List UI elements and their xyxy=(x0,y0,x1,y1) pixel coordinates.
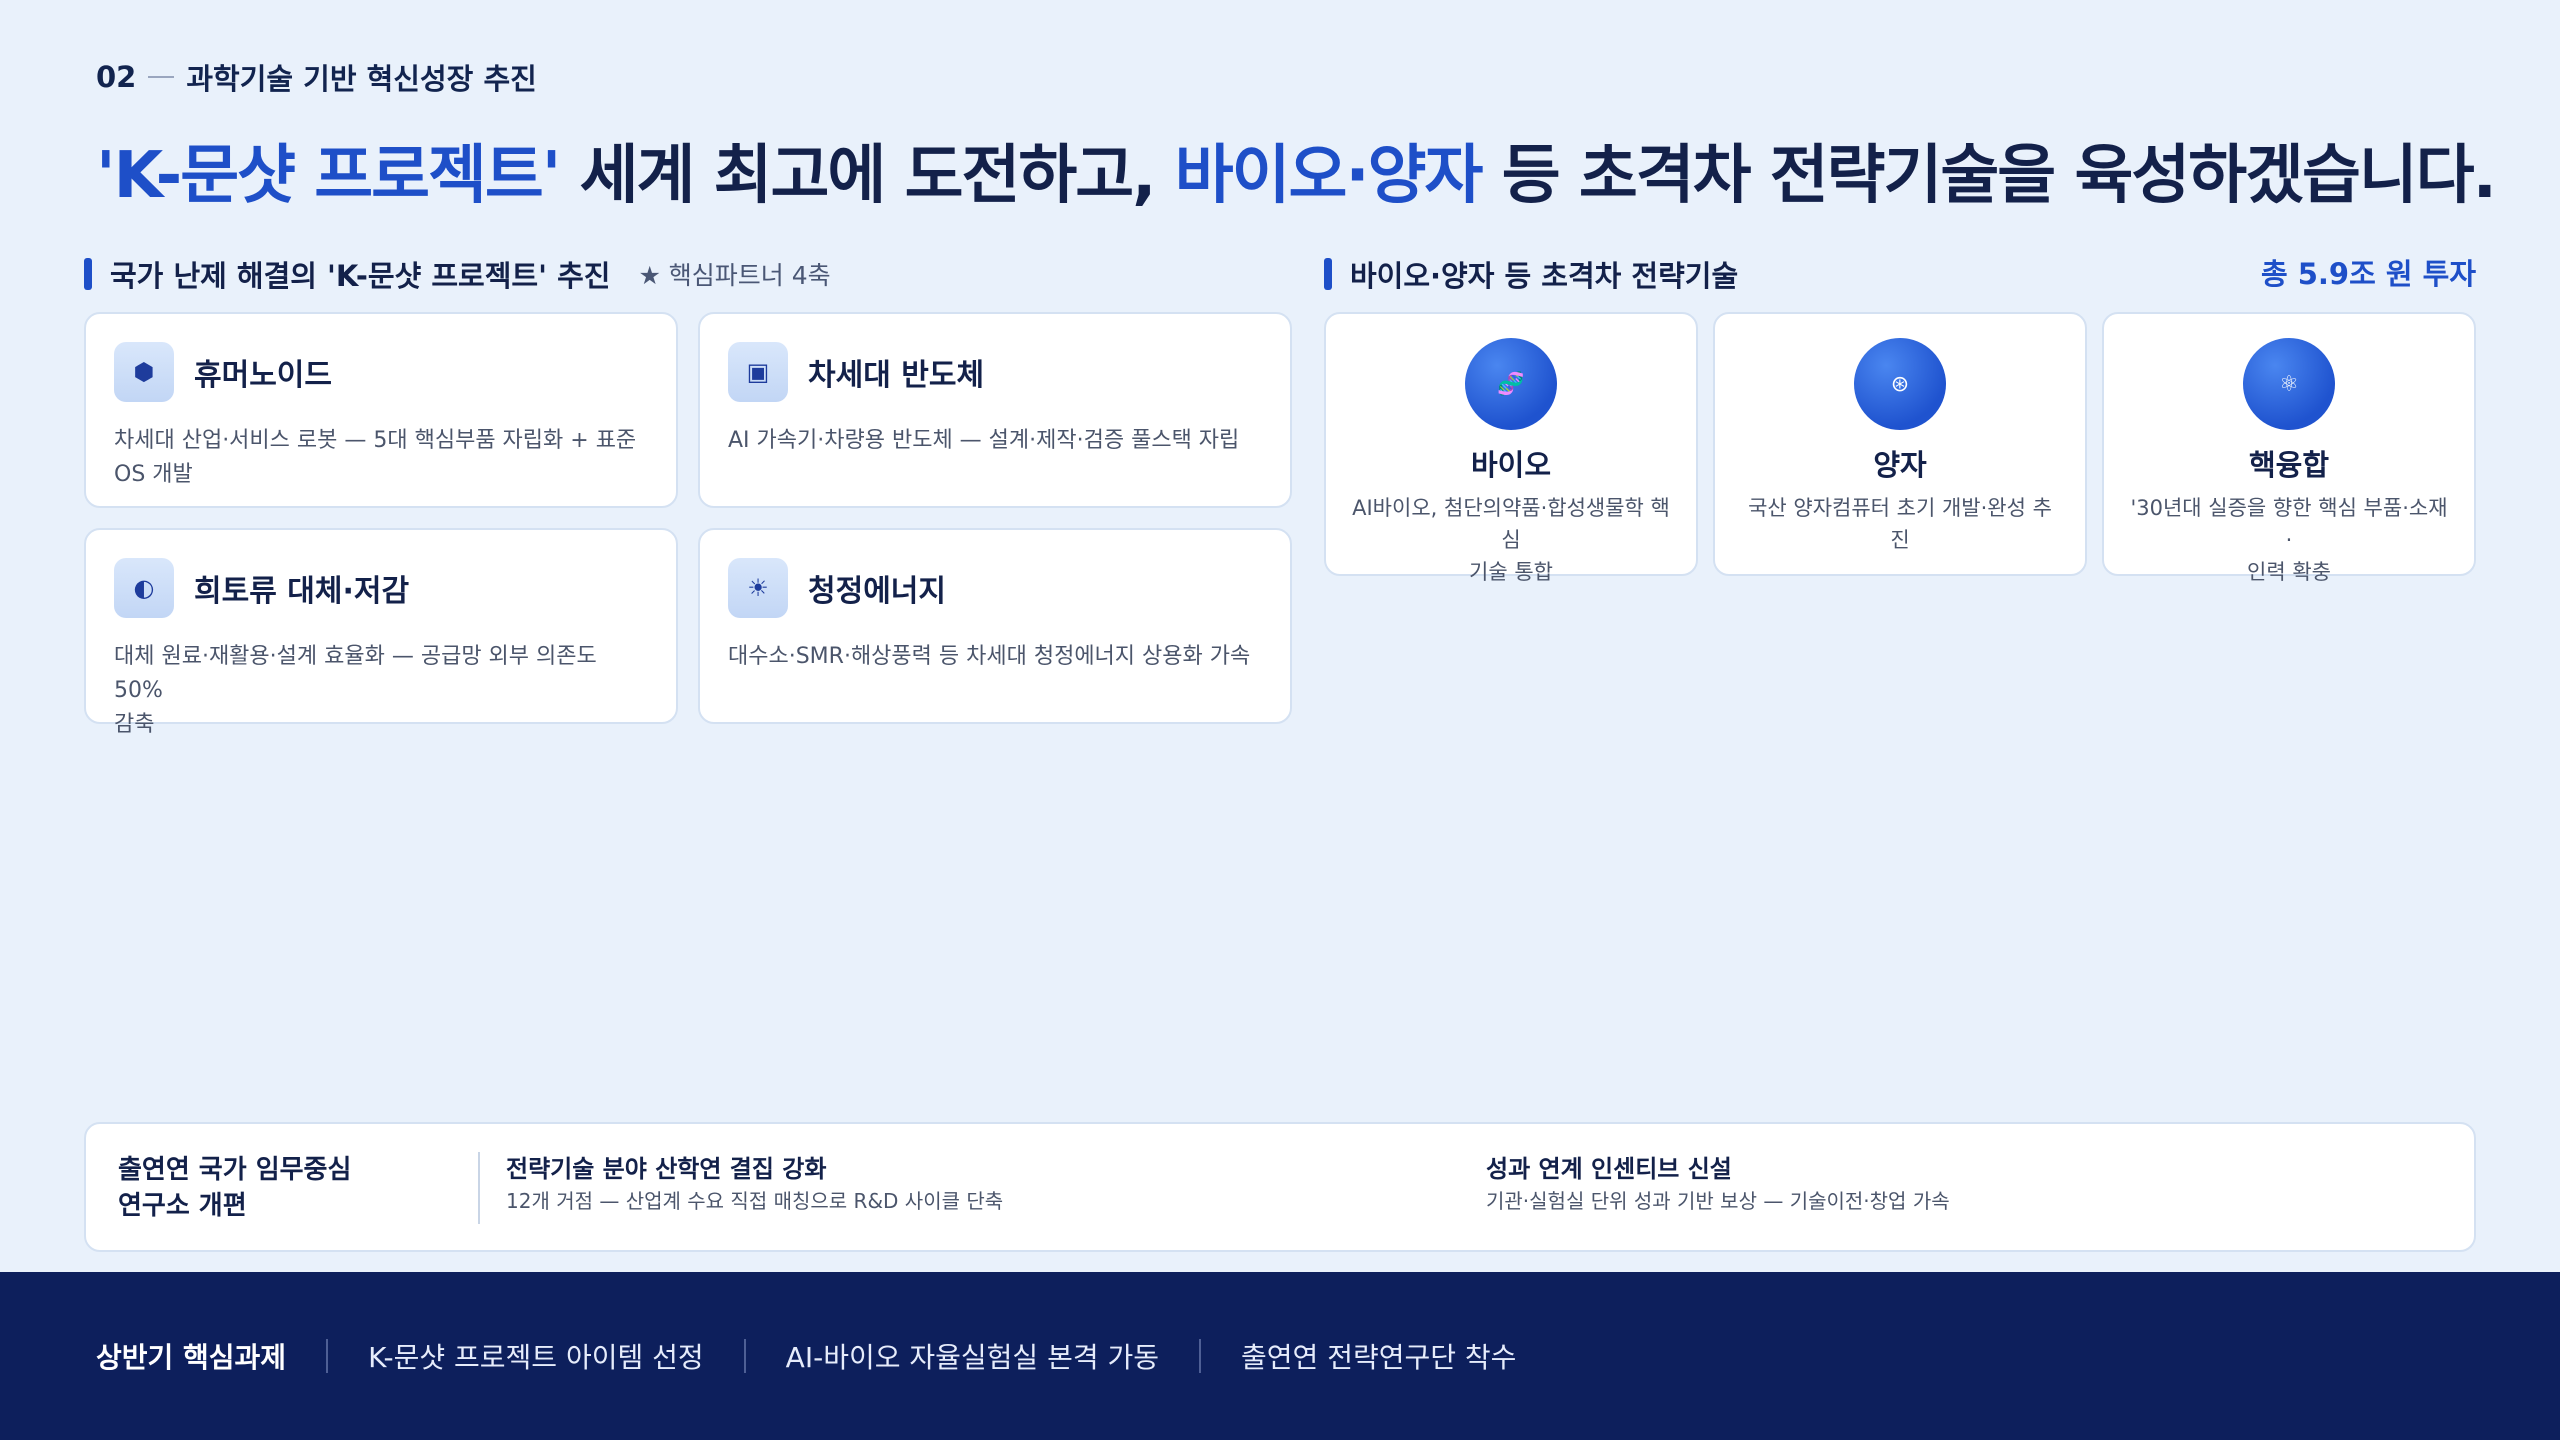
project-title: 휴머노이드 xyxy=(194,358,332,393)
reform-item-title: 전략기술 분야 산학연 결집 강화 xyxy=(506,1155,827,1183)
project-title: 차세대 반도체 xyxy=(808,358,985,393)
tech-desc-line: 기술 통합 xyxy=(1469,560,1553,584)
strategic-tech-section-header: 바이오·양자 등 초격차 전략기술 xyxy=(1324,254,1738,294)
footer-lead: 상반기 핵심과제 xyxy=(96,1341,287,1374)
tech-title: 핵융합 xyxy=(2248,448,2330,482)
title-highlight-bio-quantum: 바이오·양자 xyxy=(1174,139,1484,213)
reform-item-desc: 기관·실험실 단위 성과 기반 보상 — 기술이전·창업 가속 xyxy=(1486,1189,1950,1213)
tech-description: '30년대 실증을 향한 핵심 부품·소재· 인력 확충 xyxy=(2128,492,2450,588)
footer-item: K-문샷 프로젝트 아이템 선정 xyxy=(368,1341,704,1374)
tech-card-quantum[interactable]: ⊛ 양자 국산 양자컴퓨터 초기 개발·완성 추진 xyxy=(1713,312,2087,576)
tech-title: 바이오 xyxy=(1470,448,1552,482)
tech-desc-line: '30년대 실증을 향한 핵심 부품·소재· xyxy=(2130,496,2448,552)
project-card-humanoid[interactable]: ⬢ 휴머노이드 차세대 산업·서비스 로봇 — 5대 핵심부품 자립화 + 표준… xyxy=(84,312,678,508)
page-title: 'K-문샷 프로젝트' 세계 최고에 도전하고, 바이오·양자 등 초격차 전략… xyxy=(96,124,2497,216)
reform-item-incentive: 성과 연계 인센티브 신설 기관·실험실 단위 성과 기반 보상 — 기술이전·… xyxy=(1486,1152,1950,1216)
footer-bar: 상반기 핵심과제 K-문샷 프로젝트 아이템 선정 AI-바이오 자율실험실 본… xyxy=(0,1272,2560,1440)
tech-card-fusion[interactable]: ⚛ 핵융합 '30년대 실증을 향한 핵심 부품·소재· 인력 확충 xyxy=(2102,312,2476,584)
investment-total: 총 5.9조 원 투자 xyxy=(2260,257,2476,291)
project-desc-line: 대체 원료·재활용·설계 효율화 — 공급망 외부 의존도 50% xyxy=(114,644,597,703)
project-title: 희토류 대체·저감 xyxy=(194,574,410,609)
tech-title: 양자 xyxy=(1873,448,1927,482)
hexagon-icon: ⬢ xyxy=(114,342,174,402)
section-number: 02 xyxy=(96,60,137,94)
tech-desc-line: 인력 확충 xyxy=(2247,560,2331,584)
tech-card-bio[interactable]: 🧬 바이오 AI바이오, 첨단의약품·합성생물학 핵심 기술 통합 xyxy=(1324,312,1698,584)
project-card-semiconductor[interactable]: ▣ 차세대 반도체 AI 가속기·차량용 반도체 — 설계·제작·검증 풀스택 … xyxy=(698,312,1292,508)
institute-reform-panel: 출연연 국가 임무중심 연구소 개편 전략기술 분야 산학연 결집 강화 12개… xyxy=(84,1122,2476,1252)
project-description: 대체 원료·재활용·설계 효율화 — 공급망 외부 의존도 50% 감축 xyxy=(114,640,648,742)
title-text-2: 등 초격차 전략기술을 육성하겠습니다. xyxy=(1481,139,2497,213)
project-desc-line: 대수소·SMR·해상풍력 등 차세대 청정에너지 상용화 가속 xyxy=(728,644,1251,669)
dna-icon: 🧬 xyxy=(1465,338,1557,430)
reform-item-desc: 12개 거점 — 산업계 수요 직접 매칭으로 R&D 사이클 단축 xyxy=(506,1189,1004,1213)
section-eyebrow: 02 과학기술 기반 혁신성장 추진 xyxy=(96,56,537,98)
project-desc-line: OS 개발 xyxy=(114,462,193,487)
strategic-tech-title: 바이오·양자 등 초격차 전략기술 xyxy=(1350,259,1739,293)
section-accent-bar xyxy=(1324,258,1332,290)
half-circle-icon: ◐ xyxy=(114,558,174,618)
section-label: 과학기술 기반 혁신성장 추진 xyxy=(186,62,537,96)
sun-icon: ☀ xyxy=(728,558,788,618)
institute-reform-title: 출연연 국가 임무중심 연구소 개편 xyxy=(118,1152,458,1224)
reform-title-line: 출연연 국가 임무중심 xyxy=(118,1155,352,1185)
footer-separator xyxy=(1199,1339,1202,1373)
project-description: 차세대 산업·서비스 로봇 — 5대 핵심부품 자립화 + 표준 OS 개발 xyxy=(114,424,648,492)
reform-item-title: 성과 연계 인센티브 신설 xyxy=(1486,1155,1732,1183)
footer-separator xyxy=(743,1339,746,1373)
project-title: 청정에너지 xyxy=(808,574,946,609)
section-accent-bar xyxy=(84,258,92,290)
quantum-icon: ⊛ xyxy=(1854,338,1946,430)
tech-description: 국산 양자컴퓨터 초기 개발·완성 추진 xyxy=(1739,492,2061,556)
chip-icon: ▣ xyxy=(728,342,788,402)
reform-title-line: 연구소 개편 xyxy=(118,1191,247,1221)
project-description: AI 가속기·차량용 반도체 — 설계·제작·검증 풀스택 자립 xyxy=(728,424,1262,458)
tech-desc-line: 국산 양자컴퓨터 초기 개발·완성 추진 xyxy=(1748,496,2052,552)
atom-icon: ⚛ xyxy=(2243,338,2335,430)
partner-axes-note: ★ 핵심파트너 4축 xyxy=(638,261,831,290)
project-desc-line: 감축 xyxy=(114,712,155,737)
footer-item: AI-바이오 자율실험실 본격 가동 xyxy=(785,1341,1160,1374)
project-description: 대수소·SMR·해상풍력 등 차세대 청정에너지 상용화 가속 xyxy=(728,640,1262,674)
moonshot-section-title: 국가 난제 해결의 'K-문샷 프로젝트' 추진 xyxy=(110,259,611,293)
tech-description: AI바이오, 첨단의약품·합성생물학 핵심 기술 통합 xyxy=(1350,492,1672,588)
title-text-1: 세계 최고에 도전하고, xyxy=(559,139,1175,213)
eyebrow-dash xyxy=(148,76,175,78)
title-highlight-kmoonshot: 'K-문샷 프로젝트' xyxy=(96,139,561,213)
project-desc-line: 차세대 산업·서비스 로봇 — 5대 핵심부품 자립화 + 표준 xyxy=(114,428,637,453)
footer-separator xyxy=(326,1339,329,1373)
moonshot-section-header: 국가 난제 해결의 'K-문샷 프로젝트' 추진 ★ 핵심파트너 4축 xyxy=(84,254,831,294)
project-card-rare-earth[interactable]: ◐ 희토류 대체·저감 대체 원료·재활용·설계 효율화 — 공급망 외부 의존… xyxy=(84,528,678,737)
panel-divider xyxy=(478,1152,480,1224)
tech-desc-line: AI바이오, 첨단의약품·합성생물학 핵심 xyxy=(1352,496,1670,552)
reform-item-cluster: 전략기술 분야 산학연 결집 강화 12개 거점 — 산업계 수요 직접 매칭으… xyxy=(506,1152,1003,1216)
project-card-clean-energy[interactable]: ☀ 청정에너지 대수소·SMR·해상풍력 등 차세대 청정에너지 상용화 가속 xyxy=(698,528,1292,724)
footer-item: 출연연 전략연구단 착수 xyxy=(1241,1341,1517,1374)
project-desc-line: AI 가속기·차량용 반도체 — 설계·제작·검증 풀스택 자립 xyxy=(728,428,1240,453)
